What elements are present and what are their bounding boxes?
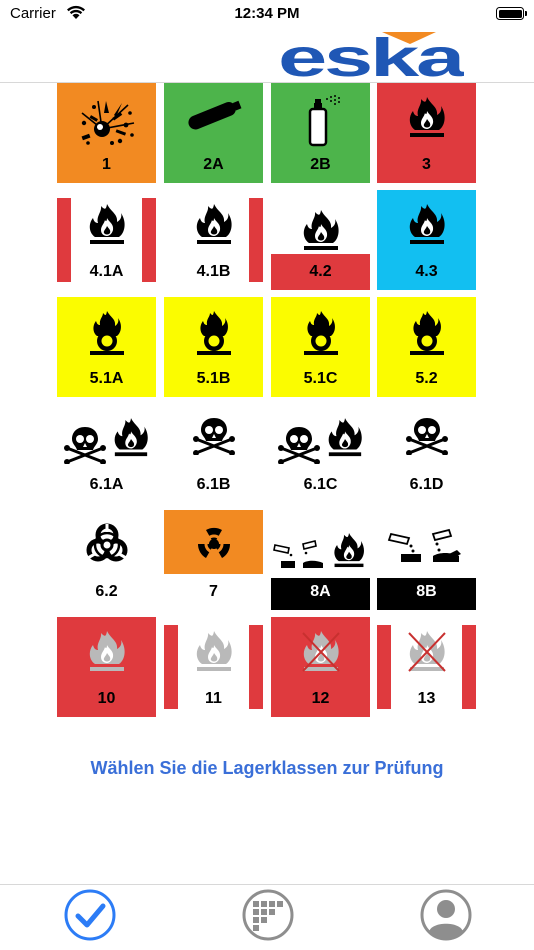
oxidizer-icon xyxy=(194,309,234,360)
storage-class-label: 8B xyxy=(416,583,437,600)
storage-class-label: 13 xyxy=(417,690,436,707)
storage-class-label: 5.2 xyxy=(415,370,438,387)
tab-profile[interactable] xyxy=(416,885,476,945)
storage-class-label: 4.3 xyxy=(415,263,438,280)
storage-class-5-1B[interactable]: 5.1B xyxy=(164,297,263,397)
storage-class-1[interactable]: 1 xyxy=(57,83,156,183)
biohazard-icon xyxy=(85,522,129,571)
storage-class-6-1A[interactable]: 6.1A xyxy=(57,403,156,503)
skull-flame-icon xyxy=(277,415,365,464)
storage-class-label: 6.1B xyxy=(196,476,231,493)
storage-class-label: 10 xyxy=(97,690,116,707)
storage-class-4-1A[interactable]: 4.1A xyxy=(57,190,156,290)
storage-class-2A[interactable]: 2A xyxy=(164,83,263,183)
flame-icon xyxy=(407,202,447,251)
skull-icon xyxy=(403,415,451,460)
storage-class-4-2[interactable]: 4.2 xyxy=(271,190,370,290)
person-icon xyxy=(420,889,472,941)
storage-class-label: 12 xyxy=(311,690,330,707)
storage-class-5-1C[interactable]: 5.1C xyxy=(271,297,370,397)
storage-class-label: 6.1D xyxy=(409,476,444,493)
gray-flame-icon xyxy=(194,629,234,678)
storage-class-label: 5.1C xyxy=(303,370,338,387)
clock: 12:34 PM xyxy=(234,5,300,22)
explosive-icon xyxy=(76,95,138,152)
storage-class-label: 2A xyxy=(203,156,224,173)
storage-class-8B[interactable]: 8B xyxy=(377,510,476,610)
svg-text:eska: eska xyxy=(278,30,464,80)
storage-class-label: 5.1B xyxy=(196,370,231,387)
flame-icon xyxy=(87,202,127,251)
checkmark-icon xyxy=(64,889,116,941)
storage-class-6-1C[interactable]: 6.1C xyxy=(271,403,370,503)
gas-cylinder-icon xyxy=(181,95,247,140)
flame-icon xyxy=(301,208,341,257)
flame-icon xyxy=(407,95,447,144)
corrosive-icon xyxy=(387,524,467,571)
storage-class-7[interactable]: 7 xyxy=(164,510,263,610)
storage-class-label: 8A xyxy=(310,583,331,600)
selection-prompt: Wählen Sie die Lagerklassen zur Prüfung xyxy=(90,758,444,778)
eska-logo: eska xyxy=(278,30,464,80)
storage-class-4-3[interactable]: 4.3 xyxy=(377,190,476,290)
storage-class-label: 5.1A xyxy=(89,370,124,387)
storage-class-label: 1 xyxy=(102,156,111,173)
oxidizer-icon xyxy=(301,309,341,360)
storage-class-6-1D[interactable]: 6.1D xyxy=(377,403,476,503)
storage-class-label: 4.1B xyxy=(196,263,231,280)
storage-class-8A[interactable]: 8A xyxy=(271,510,370,610)
battery-icon xyxy=(496,7,527,20)
storage-class-6-2[interactable]: 6.2 xyxy=(57,510,156,610)
storage-class-6-1B[interactable]: 6.1B xyxy=(164,403,263,503)
storage-class-5-1A[interactable]: 5.1A xyxy=(57,297,156,397)
storage-class-3[interactable]: 3 xyxy=(377,83,476,183)
tab-bar xyxy=(0,884,534,950)
tab-check[interactable] xyxy=(60,885,120,945)
storage-class-label: 4.1A xyxy=(89,263,124,280)
flame-icon xyxy=(194,202,234,251)
crossed-flame-icon xyxy=(299,629,343,675)
storage-class-label: 7 xyxy=(209,583,218,600)
storage-class-4-1B[interactable]: 4.1B xyxy=(164,190,263,290)
storage-class-13[interactable]: 13 xyxy=(377,617,476,717)
header: eska xyxy=(0,30,534,83)
radiation-icon xyxy=(192,522,236,571)
skull-icon xyxy=(190,415,238,460)
storage-class-label: 2B xyxy=(310,156,331,173)
oxidizer-icon xyxy=(87,309,127,360)
status-bar: Carrier 12:34 PM xyxy=(0,0,534,30)
storage-class-2B[interactable]: 2B xyxy=(271,83,370,183)
oxidizer-icon xyxy=(407,309,447,360)
storage-class-11[interactable]: 11 xyxy=(164,617,263,717)
gray-flame-icon xyxy=(87,629,127,678)
aerosol-can-icon xyxy=(301,95,341,152)
storage-class-5-2[interactable]: 5.2 xyxy=(377,297,476,397)
storage-class-label: 11 xyxy=(205,690,222,707)
grid-icon xyxy=(242,889,294,941)
storage-class-10[interactable]: 10 xyxy=(57,617,156,717)
tab-list[interactable] xyxy=(238,885,298,945)
storage-class-label: 3 xyxy=(422,156,431,173)
crossed-flame-icon xyxy=(405,629,449,675)
storage-class-label: 6.1A xyxy=(89,476,124,493)
storage-class-label: 6.1C xyxy=(303,476,338,493)
storage-class-label: 4.2 xyxy=(309,263,332,280)
skull-flame-icon xyxy=(63,415,151,464)
storage-class-12[interactable]: 12 xyxy=(271,617,370,717)
storage-class-label: 6.2 xyxy=(95,583,118,600)
corrosive-flame-icon xyxy=(272,524,369,573)
